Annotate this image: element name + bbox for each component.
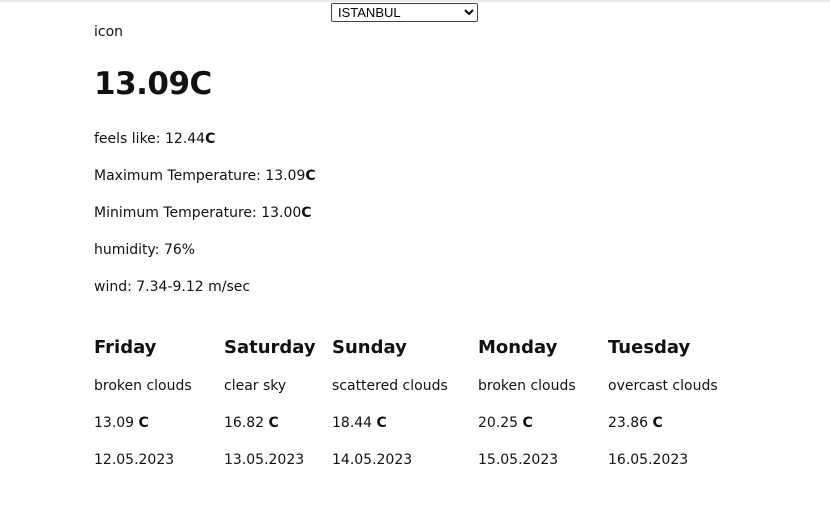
max-temperature: Maximum Temperature: 13.09C [94,168,316,184]
forecast-temperature: 13.09 C [94,412,192,434]
forecast-day-name: Saturday [224,337,316,358]
forecast-date: 15.05.2023 [478,452,559,468]
forecast-temp-value: 16.82 [224,415,269,431]
min-temperature-unit: C [301,205,312,221]
max-temperature-label: Maximum Temperature: [94,168,266,184]
forecast-date: 12.05.2023 [94,452,175,468]
min-temperature: Minimum Temperature: 13.00C [94,205,312,221]
forecast-description: overcast clouds [608,378,718,394]
city-select[interactable]: ISTANBUL [331,3,478,22]
forecast-day-name: Friday [94,337,157,358]
forecast-temp-unit: C [268,415,279,431]
forecast-day-name: Sunday [332,337,407,358]
min-temperature-value: 13.00 [261,205,302,221]
current-temperature: 13.09C [94,66,212,102]
top-divider [0,0,830,2]
forecast-day-monday: Monday broken clouds 20.25 C 15.05.2023 [478,335,576,486]
forecast-temp-value: 20.25 [478,415,523,431]
wind: wind: 7.34-9.12 m/sec [94,279,251,295]
min-temperature-label: Minimum Temperature: [94,205,262,221]
forecast-day-sunday: Sunday scattered clouds 18.44 C 14.05.20… [332,335,448,486]
max-temperature-value: 13.09 [265,168,306,184]
forecast-day-name: Tuesday [608,337,691,358]
forecast-temp-unit: C [376,415,387,431]
weather-icon-placeholder: icon [94,24,124,40]
forecast-temperature: 20.25 C [478,412,576,434]
forecast-day-saturday: Saturday clear sky 16.82 C 13.05.2023 [224,335,316,486]
forecast-day-friday: Friday broken clouds 13.09 C 12.05.2023 [94,335,192,486]
forecast-temperature: 16.82 C [224,412,316,434]
forecast-description: clear sky [224,378,287,394]
forecast-day-name: Monday [478,337,558,358]
forecast-date: 16.05.2023 [608,452,689,468]
forecast-day-tuesday: Tuesday overcast clouds 23.86 C 16.05.20… [608,335,718,486]
forecast-temp-value: 13.09 [94,415,139,431]
max-temperature-unit: C [305,168,316,184]
humidity: humidity: 76% [94,242,196,258]
forecast-date: 14.05.2023 [332,452,413,468]
forecast-temp-value: 18.44 [332,415,377,431]
forecast-temp-unit: C [138,415,149,431]
forecast-temp-value: 23.86 [608,415,653,431]
feels-like-unit: C [205,131,216,147]
forecast-date: 13.05.2023 [224,452,305,468]
forecast-temp-unit: C [522,415,533,431]
forecast-description: scattered clouds [332,378,448,394]
feels-like-label: feels like: [94,131,165,147]
forecast-temperature: 23.86 C [608,412,718,434]
forecast-description: broken clouds [478,378,576,394]
feels-like-value: 12.44 [164,131,206,147]
feels-like: feels like: 12.44C [94,131,215,147]
forecast-temperature: 18.44 C [332,412,448,434]
forecast-temp-unit: C [652,415,663,431]
forecast-description: broken clouds [94,378,192,394]
